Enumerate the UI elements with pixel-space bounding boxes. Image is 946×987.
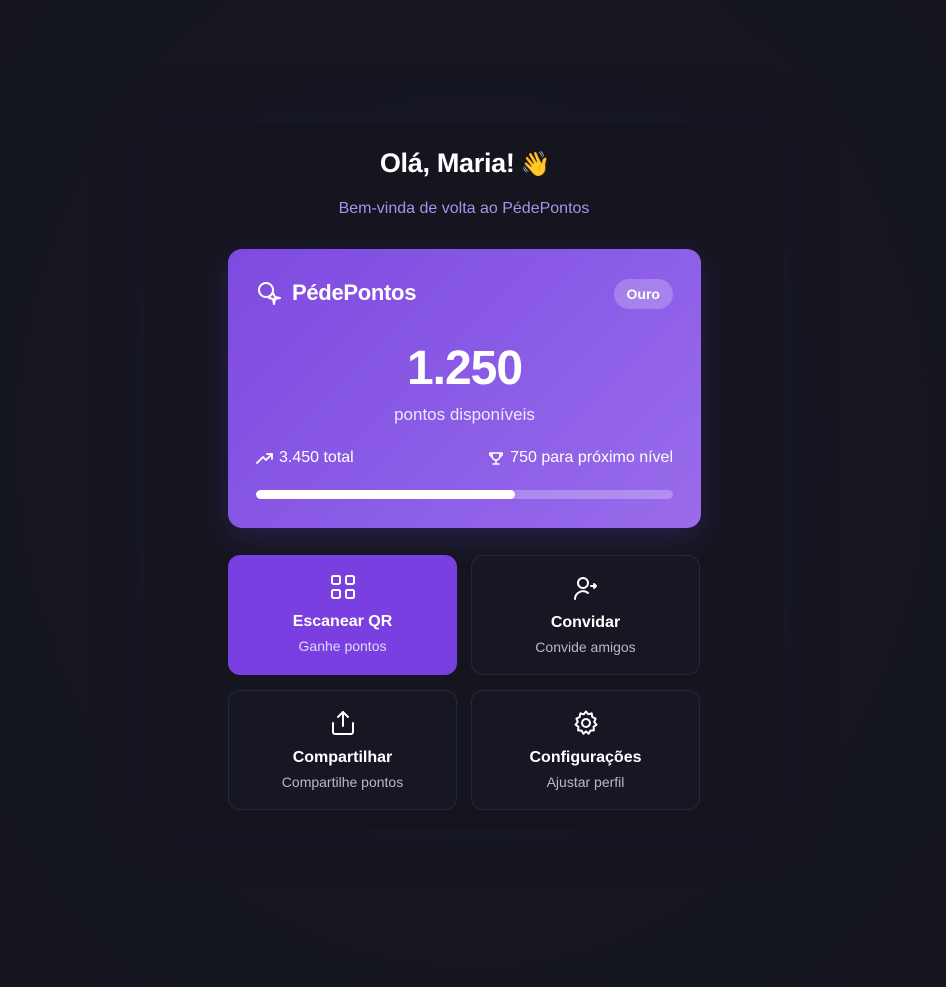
scan-qr-icon bbox=[330, 575, 355, 599]
share-title: Compartilhar bbox=[292, 749, 393, 766]
trophy-icon bbox=[489, 452, 504, 465]
invite-subtitle: Convide amigos bbox=[535, 639, 636, 655]
invite-user-icon bbox=[573, 577, 597, 600]
scan-qr-subtitle: Ganhe pontos bbox=[298, 638, 387, 654]
settings-subtitle: Ajustar perfil bbox=[546, 774, 625, 790]
brand-name: PédePontos bbox=[292, 280, 417, 305]
settings-title: Configurações bbox=[529, 749, 642, 766]
scan-qr-title: Escanear QR bbox=[292, 613, 393, 630]
trending-up-icon bbox=[256, 453, 273, 464]
invite-button[interactable]: Convidar Convide amigos bbox=[471, 555, 700, 675]
level-progress-fill bbox=[256, 490, 515, 499]
total-points-stat: 3.450 total bbox=[256, 449, 354, 467]
dashboard-page: Olá, Maria! 👋 Bem-vinda de volta ao PédeP… bbox=[0, 0, 946, 987]
share-button[interactable]: Compartilhar Compartilhe pontos bbox=[228, 690, 457, 810]
sparkle-magnifier-icon bbox=[258, 282, 281, 305]
scan-qr-button[interactable]: Escanear QR Ganhe pontos bbox=[228, 555, 457, 675]
invite-title: Convidar bbox=[550, 614, 621, 631]
brand: PédePontos bbox=[256, 280, 416, 306]
waving-hand-icon: 👋 bbox=[520, 150, 551, 178]
share-subtitle: Compartilhe pontos bbox=[281, 774, 404, 790]
settings-button[interactable]: Configurações Ajustar perfil bbox=[471, 690, 700, 810]
points-label: pontos disponíveis bbox=[394, 405, 535, 424]
share-icon bbox=[331, 711, 354, 735]
points-card: PédePontos Ouro 1.250 pontos disponíveis… bbox=[228, 249, 701, 528]
greeting-text: Olá, Maria! bbox=[379, 148, 515, 178]
next-level-label: 750 para próximo nível bbox=[510, 449, 673, 466]
next-level-stat: 750 para próximo nível bbox=[487, 449, 673, 467]
total-points-label: 3.450 total bbox=[279, 449, 354, 466]
points-balance: 1.250 bbox=[406, 342, 523, 395]
level-progress-bar bbox=[256, 490, 673, 499]
welcome-subtitle: Bem-vinda de volta ao PédePontos bbox=[338, 200, 590, 217]
tier-badge: Ouro bbox=[613, 279, 673, 309]
gear-icon bbox=[574, 710, 597, 735]
greeting-heading: Olá, Maria! 👋 bbox=[0, 148, 930, 179]
